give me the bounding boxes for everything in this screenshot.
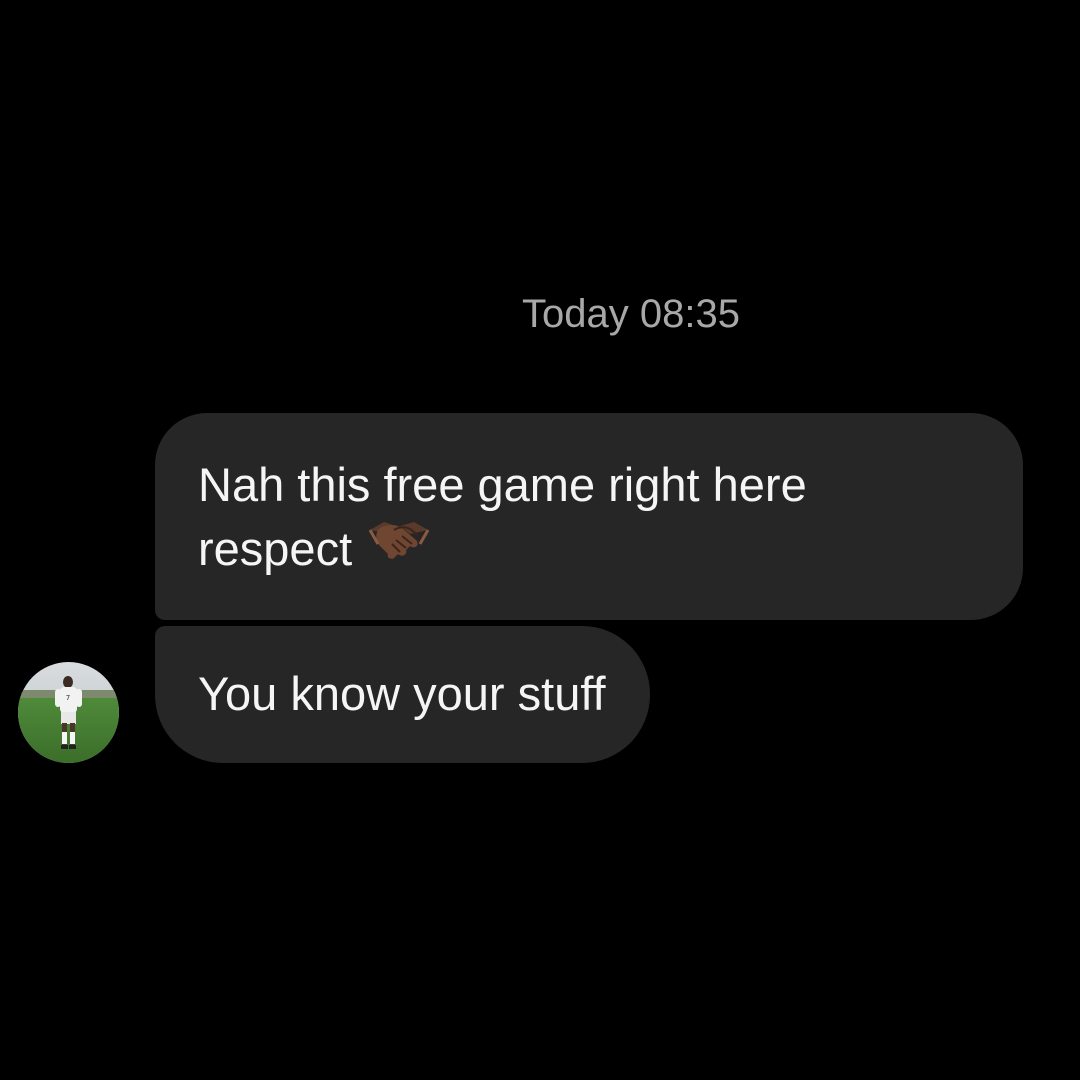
avatar[interactable]: 7 [18,662,119,763]
message-timestamp: Today 08:35 [522,292,740,336]
message-bubble[interactable]: Nah this free game right here respect [155,413,1023,620]
avatar-photo: 7 [18,662,119,763]
handshake-icon [366,516,432,580]
message-bubble[interactable]: You know your stuff [155,626,650,763]
message-text-line: Nah this free game right here [198,458,807,511]
message-text-line: respect [198,522,353,575]
message-text: You know your stuff [198,667,606,720]
svg-text:7: 7 [66,694,70,702]
